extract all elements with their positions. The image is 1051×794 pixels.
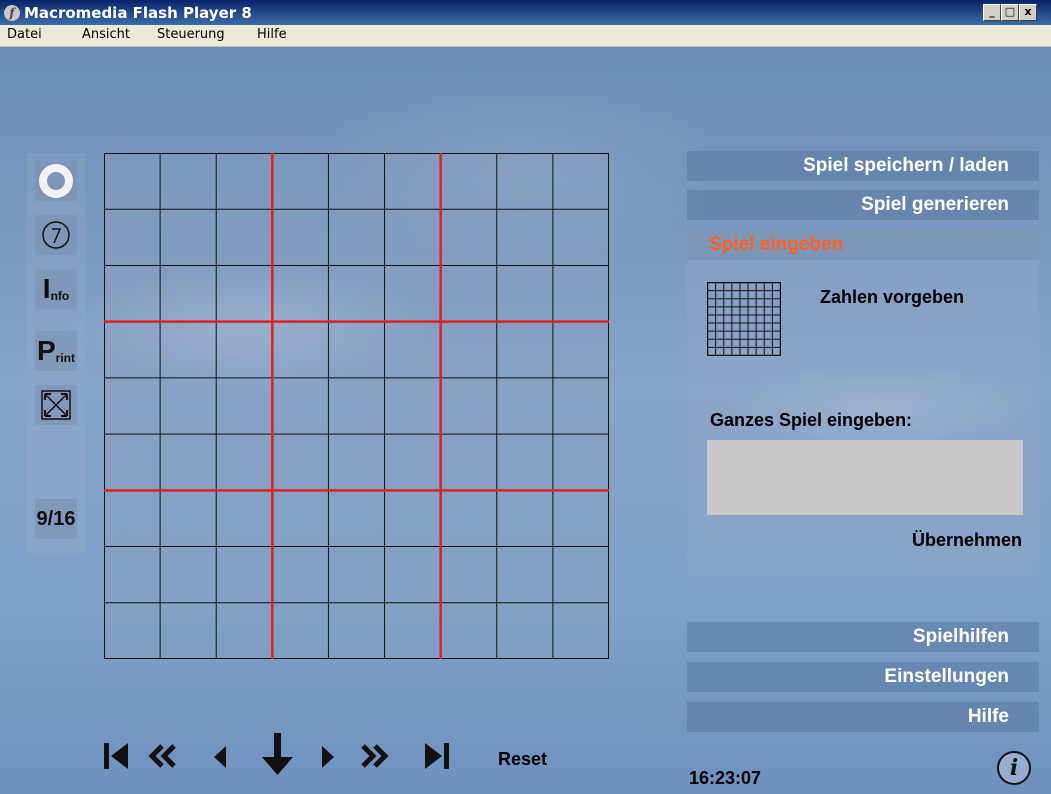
first-icon[interactable]: [104, 743, 128, 769]
info-tool-button[interactable]: I nfo: [35, 269, 77, 309]
enter-game-panel: Spiel eingeben Zahlen vorgeben Ganzes Sp…: [687, 230, 1039, 577]
close-button[interactable]: x: [1019, 4, 1037, 21]
settings-button[interactable]: Einstellungen: [687, 662, 1039, 692]
clock-display: 16:23:07: [689, 768, 762, 788]
maximize-button[interactable]: □: [1001, 4, 1019, 21]
last-icon[interactable]: [425, 743, 449, 769]
ring-icon: [39, 164, 73, 198]
minimize-button[interactable]: _: [983, 4, 1001, 21]
mini-grid-icon[interactable]: [707, 282, 781, 356]
menu-ansicht[interactable]: Ansicht: [82, 27, 130, 42]
menu-hilfe[interactable]: Hilfe: [257, 27, 287, 42]
sudoku-board[interactable]: [104, 153, 609, 659]
ganzes-spiel-label: Ganzes Spiel eingeben:: [710, 410, 913, 430]
menu-steuerung[interactable]: Steuerung: [157, 27, 225, 42]
next-icon[interactable]: [322, 746, 334, 768]
prev-icon[interactable]: [214, 746, 226, 768]
size-toggle-button[interactable]: 9/16: [35, 499, 77, 539]
save-load-button[interactable]: Spiel speichern / laden: [687, 151, 1039, 181]
print-tool-big-letter: P: [36, 335, 56, 366]
ganzes-spiel-input[interactable]: [707, 440, 1023, 515]
print-tool-small-letters: rint: [55, 351, 76, 365]
help-button[interactable]: Hilfe: [687, 702, 1039, 732]
print-tool-button[interactable]: P rint: [35, 331, 77, 371]
timer-button[interactable]: [35, 215, 77, 255]
fullscreen-icon: [41, 390, 71, 420]
info-tool-big-letter: I: [42, 273, 51, 304]
info-button[interactable]: i: [997, 751, 1031, 785]
fast-forward-icon[interactable]: [361, 744, 389, 768]
fullscreen-button[interactable]: [35, 385, 77, 425]
flash-icon: f: [4, 5, 20, 21]
ring-button[interactable]: [35, 161, 77, 201]
navigation-bar: [104, 733, 449, 775]
left-toolbar: I nfo P rint 9/16: [26, 153, 86, 553]
size-toggle-label: 9/16: [36, 507, 76, 530]
flash-stage: I nfo P rint 9/16 Spiel speichern / lade…: [0, 47, 1051, 794]
title-bar: f Macromedia Flash Player 8 _ □ x: [0, 0, 1051, 25]
timer-icon: [42, 221, 70, 249]
hints-button[interactable]: Spielhilfen: [687, 622, 1039, 652]
board-grid[interactable]: [104, 153, 609, 659]
window-title: Macromedia Flash Player 8: [24, 4, 252, 22]
uebernehmen-button[interactable]: Übernehmen: [877, 530, 1022, 551]
info-tool-small-letters: nfo: [50, 289, 70, 303]
zahlen-vorgeben-button[interactable]: Zahlen vorgeben: [820, 287, 964, 308]
enter-game-header[interactable]: Spiel eingeben: [687, 230, 1039, 260]
down-arrow-icon[interactable]: [262, 733, 293, 775]
generate-button[interactable]: Spiel generieren: [687, 190, 1039, 220]
reset-button[interactable]: Reset: [498, 749, 547, 770]
info-icon: i: [1009, 755, 1019, 781]
menu-bar: Datei Ansicht Steuerung Hilfe: [0, 25, 1051, 47]
rewind-icon[interactable]: [148, 744, 176, 768]
menu-datei[interactable]: Datei: [7, 27, 42, 42]
